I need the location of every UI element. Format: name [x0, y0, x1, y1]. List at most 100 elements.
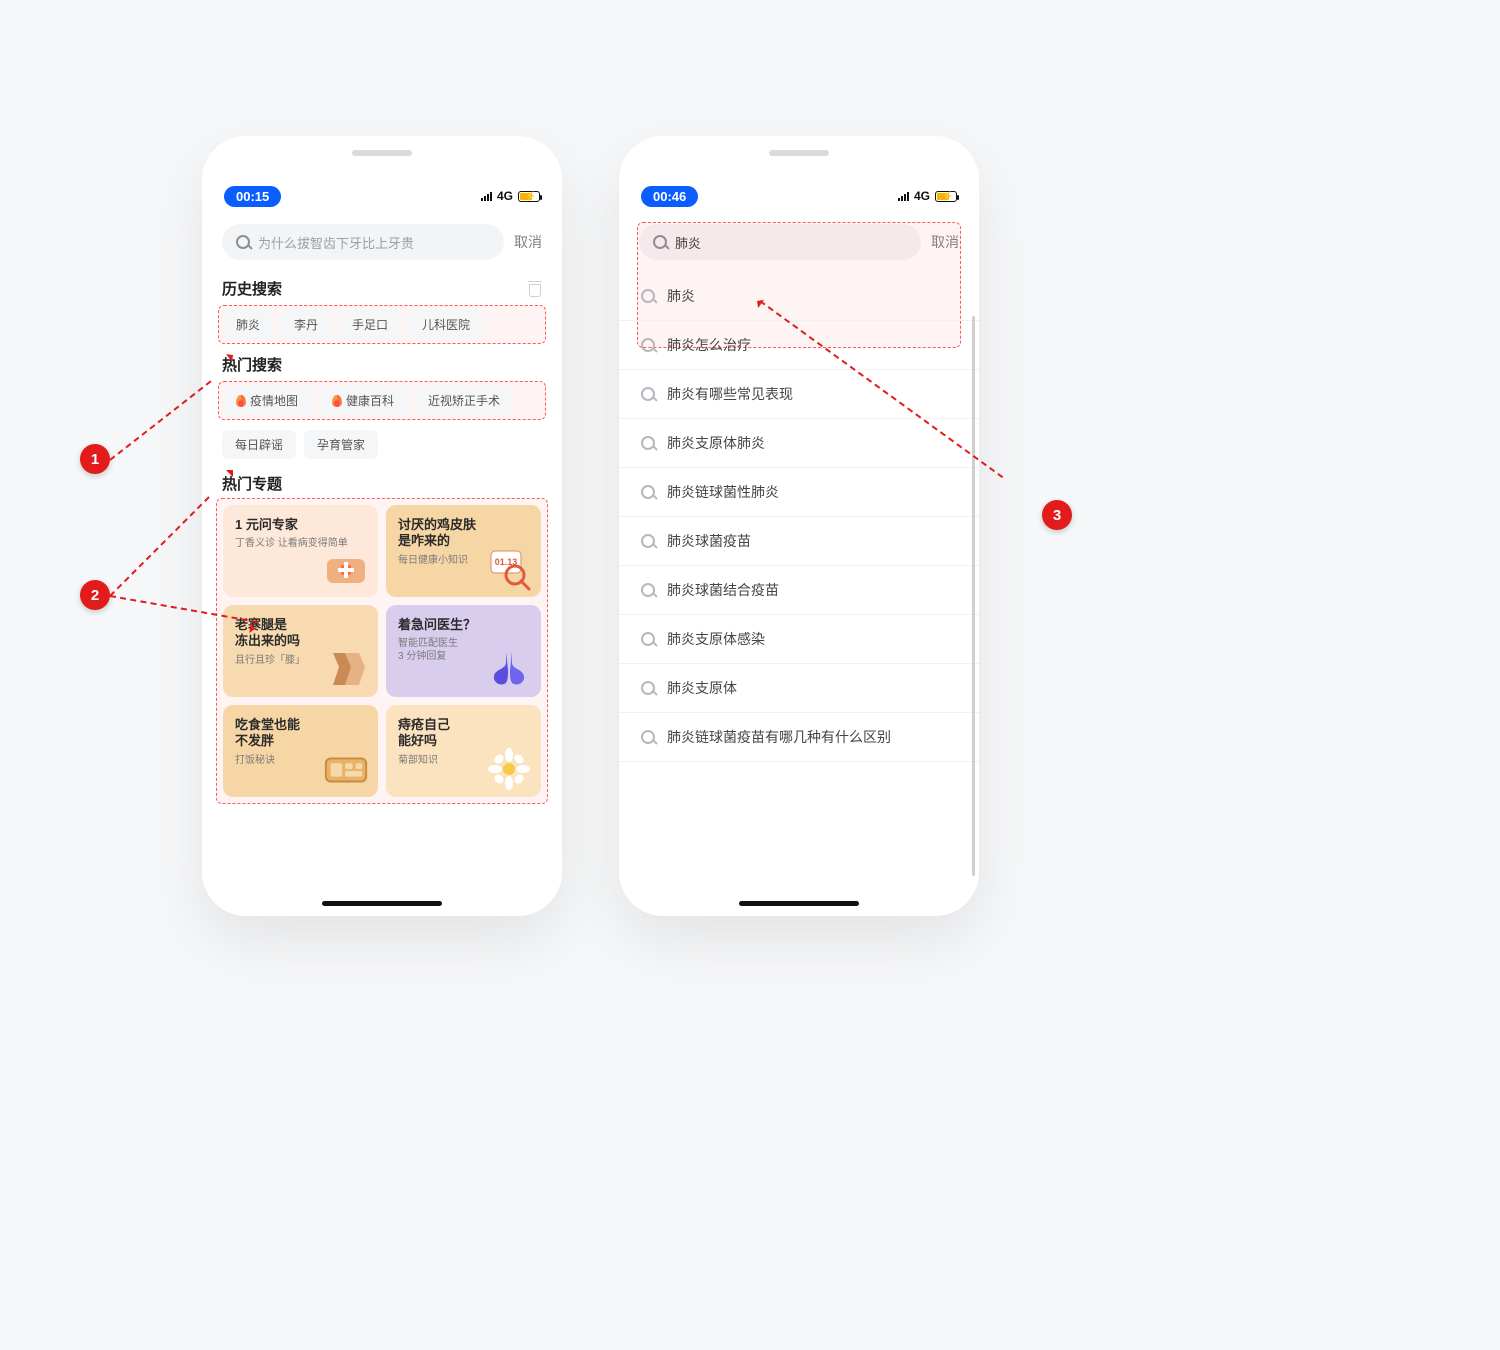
search-row: 肺炎 取消	[639, 224, 959, 260]
card-icon-knee	[322, 647, 370, 691]
suggestion-text: 肺炎怎么治疗	[667, 335, 751, 355]
trash-icon[interactable]	[528, 281, 542, 297]
topic-card[interactable]: 讨厌的鸡皮肤 是咋来的 每日健康小知识 01.13	[386, 505, 541, 597]
topic-title: 1 元问专家	[235, 517, 366, 533]
hot-chip[interactable]: 近视矫正手术	[415, 386, 513, 415]
hot-search-highlight: 疫情地图 健康百科 近视矫正手术	[218, 381, 546, 420]
suggestion-item[interactable]: 肺炎球菌疫苗	[619, 517, 979, 566]
topic-title: 痔疮自己 能好吗	[398, 717, 529, 750]
annotation-arrow	[109, 380, 211, 460]
annotation-badge-2: 2	[80, 580, 110, 610]
topic-card[interactable]: 痔疮自己 能好吗 菊部知识	[386, 705, 541, 797]
search-icon	[641, 485, 655, 499]
annotation-arrow	[109, 496, 209, 596]
history-header: 历史搜索	[222, 278, 542, 299]
history-chip[interactable]: 手足口	[339, 310, 401, 339]
search-icon	[641, 632, 655, 646]
status-time: 00:46	[641, 186, 698, 207]
suggestion-item[interactable]: 肺炎链球菌性肺炎	[619, 468, 979, 517]
search-icon	[641, 436, 655, 450]
network-label: 4G	[914, 189, 930, 203]
topic-card[interactable]: 1 元问专家 丁香义诊 让看病变得简单	[223, 505, 378, 597]
hot-topics-title: 热门专题	[222, 473, 282, 494]
arrow-head-icon	[249, 623, 261, 635]
notch	[769, 150, 829, 156]
flame-icon	[332, 395, 342, 407]
signal-icon	[898, 191, 909, 201]
suggestion-item[interactable]: 肺炎球菌结合疫苗	[619, 566, 979, 615]
suggestion-text: 肺炎支原体	[667, 678, 737, 698]
search-icon	[641, 681, 655, 695]
search-icon	[641, 534, 655, 548]
home-indicator	[739, 901, 859, 906]
chip-label: 健康百科	[346, 392, 394, 409]
battery-icon: ⚡	[518, 191, 540, 202]
home-indicator	[322, 901, 442, 906]
status-time: 00:15	[224, 186, 281, 207]
search-icon	[641, 387, 655, 401]
suggestion-item[interactable]: 肺炎支原体	[619, 664, 979, 713]
hot-search-row2: 每日辟谣 孕育管家	[222, 430, 542, 459]
network-label: 4G	[497, 189, 513, 203]
card-icon-tray	[322, 747, 370, 791]
status-bar: 00:46 4G ⚡	[619, 182, 979, 210]
search-icon	[653, 235, 667, 249]
suggestion-text: 肺炎链球菌疫苗有哪几种有什么区别	[667, 727, 891, 747]
card-icon-flower	[485, 747, 533, 791]
annotation-badge-1: 1	[80, 444, 110, 474]
phone-search-suggest: 00:46 4G ⚡ 肺炎 取消 肺炎 肺炎怎么治疗 肺炎有哪些常见表现 肺炎支…	[619, 136, 979, 916]
topic-title: 吃食堂也能 不发胖	[235, 717, 366, 750]
chip-label: 每日辟谣	[235, 436, 283, 453]
search-icon	[641, 730, 655, 744]
hot-chip[interactable]: 每日辟谣	[222, 430, 296, 459]
cancel-button[interactable]: 取消	[931, 232, 959, 252]
chip-label: 孕育管家	[317, 436, 365, 453]
status-right: 4G ⚡	[481, 189, 540, 203]
suggestion-item[interactable]: 肺炎支原体肺炎	[619, 419, 979, 468]
content-area: 历史搜索 肺炎 李丹 手足口 儿科医院 热门搜索 疫情地图 健康百科 近视矫正手…	[202, 272, 562, 886]
suggestion-text: 肺炎支原体肺炎	[667, 433, 765, 453]
topic-title: 着急问医生？	[398, 617, 529, 633]
suggestion-text: 肺炎支原体感染	[667, 629, 765, 649]
battery-icon: ⚡	[935, 191, 957, 202]
phone-search-landing: 00:15 4G ⚡ 为什么拔智齿下牙比上牙贵 取消 历史搜索 肺炎	[202, 136, 562, 916]
canvas: 00:15 4G ⚡ 为什么拔智齿下牙比上牙贵 取消 历史搜索 肺炎	[0, 0, 1500, 1350]
scrollbar[interactable]	[972, 316, 975, 876]
history-title: 历史搜索	[222, 278, 282, 299]
suggestion-item[interactable]: 肺炎链球菌疫苗有哪几种有什么区别	[619, 713, 979, 762]
status-bar: 00:15 4G ⚡	[202, 182, 562, 210]
flame-icon	[236, 395, 246, 407]
suggestion-item[interactable]: 肺炎	[619, 272, 979, 321]
search-input[interactable]: 为什么拔智齿下牙比上牙贵	[222, 224, 504, 260]
history-highlight: 肺炎 李丹 手足口 儿科医院	[218, 305, 546, 344]
suggestion-list: 肺炎 肺炎怎么治疗 肺炎有哪些常见表现 肺炎支原体肺炎 肺炎链球菌性肺炎 肺炎球…	[619, 272, 979, 886]
chip-label: 近视矫正手术	[428, 392, 500, 409]
chip-label: 疫情地图	[250, 392, 298, 409]
history-chip[interactable]: 肺炎	[223, 310, 273, 339]
history-chip[interactable]: 儿科医院	[409, 310, 483, 339]
suggestion-item[interactable]: 肺炎有哪些常见表现	[619, 370, 979, 419]
suggestion-text: 肺炎链球菌性肺炎	[667, 482, 779, 502]
cancel-button[interactable]: 取消	[514, 232, 542, 252]
search-input[interactable]: 肺炎	[639, 224, 921, 260]
search-icon	[641, 583, 655, 597]
suggestion-text: 肺炎球菌结合疫苗	[667, 580, 779, 600]
search-icon	[641, 289, 655, 303]
search-icon	[641, 338, 655, 352]
hot-chip[interactable]: 疫情地图	[223, 386, 311, 415]
suggestion-item[interactable]: 肺炎支原体感染	[619, 615, 979, 664]
history-chip-row: 肺炎 李丹 手足口 儿科医院	[223, 310, 541, 339]
topic-card[interactable]: 吃食堂也能 不发胖 打饭秘诀	[223, 705, 378, 797]
signal-icon	[481, 191, 492, 201]
topic-card[interactable]: 着急问医生？ 智能匹配医生 3 分钟回复	[386, 605, 541, 697]
hot-chip[interactable]: 健康百科	[319, 386, 407, 415]
suggestion-text: 肺炎	[667, 286, 695, 306]
status-right: 4G ⚡	[898, 189, 957, 203]
topic-title: 讨厌的鸡皮肤 是咋来的	[398, 517, 529, 550]
hot-topics-header: 热门专题	[222, 473, 542, 494]
suggestion-text: 肺炎球菌疫苗	[667, 531, 751, 551]
hot-chip[interactable]: 孕育管家	[304, 430, 378, 459]
hot-search-header: 热门搜索	[222, 354, 542, 375]
topic-grid: 1 元问专家 丁香义诊 让看病变得简单 讨厌的鸡皮肤 是咋来的 每日健康小知识 …	[223, 505, 541, 797]
history-chip[interactable]: 李丹	[281, 310, 331, 339]
